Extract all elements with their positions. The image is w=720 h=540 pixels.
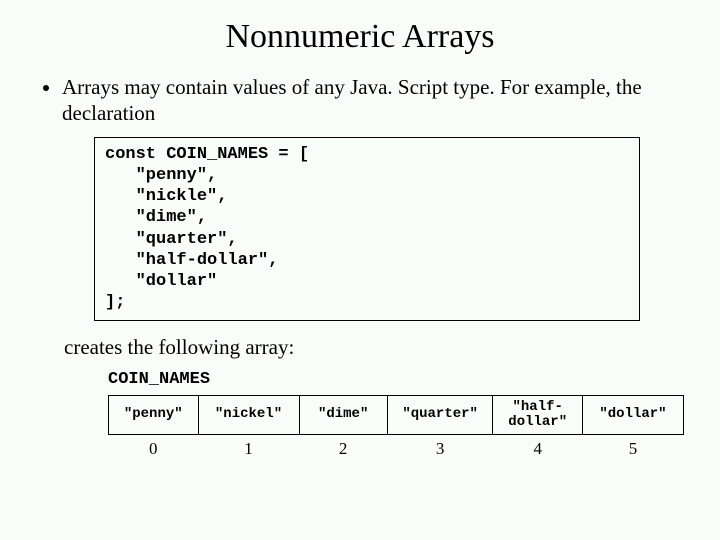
bullet-list: Arrays may contain values of any Java. S… (36, 74, 684, 127)
array-cell-5: "dollar" (582, 395, 683, 434)
array-diagram: "penny" "nickel" "dime" "quarter" "half-… (108, 395, 684, 460)
array-table: "penny" "nickel" "dime" "quarter" "half-… (108, 395, 684, 460)
array-index-1: 1 (198, 434, 299, 460)
slide: Nonnumeric Arrays Arrays may contain val… (0, 0, 720, 540)
array-index-3: 3 (387, 434, 493, 460)
followup-text: creates the following array: (64, 335, 684, 360)
array-cell-1: "nickel" (198, 395, 299, 434)
array-values-row: "penny" "nickel" "dime" "quarter" "half-… (109, 395, 684, 434)
array-index-2: 2 (299, 434, 387, 460)
bullet-item-1: Arrays may contain values of any Java. S… (62, 74, 684, 127)
array-variable-label: COIN_NAMES (108, 370, 684, 389)
array-cell-2: "dime" (299, 395, 387, 434)
code-block: const COIN_NAMES = [ "penny", "nickle", … (94, 137, 640, 321)
array-cell-4: "half- dollar" (493, 395, 583, 434)
array-indices-row: 0 1 2 3 4 5 (109, 434, 684, 460)
slide-title: Nonnumeric Arrays (36, 18, 684, 56)
array-cell-0: "penny" (109, 395, 199, 434)
array-cell-3: "quarter" (387, 395, 493, 434)
array-index-0: 0 (109, 434, 199, 460)
array-index-5: 5 (582, 434, 683, 460)
array-index-4: 4 (493, 434, 583, 460)
